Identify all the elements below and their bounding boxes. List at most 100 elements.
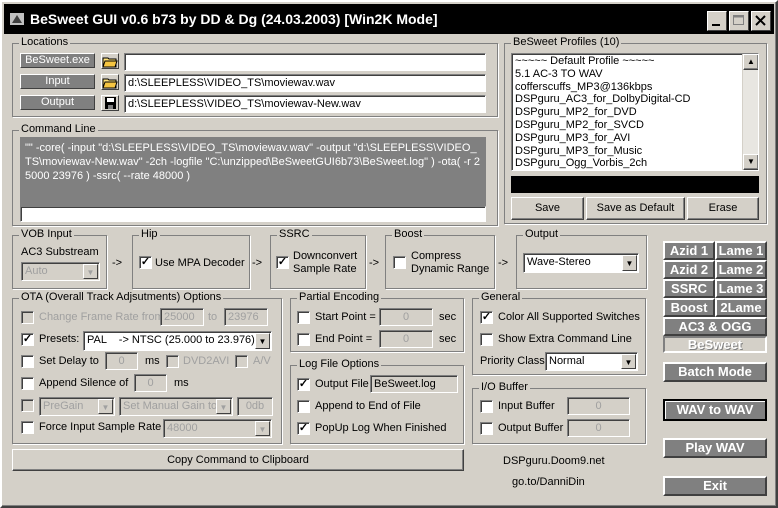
end-point-checkbox[interactable] bbox=[297, 333, 310, 346]
output-format-select[interactable]: Wave-Stereo ▼ bbox=[523, 253, 639, 273]
play-wav-button[interactable]: Play WAV bbox=[663, 438, 767, 458]
input-path-input[interactable]: d:\SLEEPLESS\VIDEO_TS\moviewav.wav bbox=[124, 74, 486, 92]
save-as-default-button[interactable]: Save as Default bbox=[586, 197, 685, 220]
change-frame-rate-label: Change Frame Rate from bbox=[39, 311, 164, 323]
input-buffer-input[interactable]: 0 bbox=[567, 397, 630, 415]
start-point-checkbox[interactable] bbox=[297, 311, 310, 324]
pregain-value: PreGain bbox=[43, 400, 84, 412]
input-buffer-label: Input Buffer bbox=[498, 400, 555, 412]
append-silence-label: Append Silence of bbox=[39, 377, 129, 389]
save-output-button[interactable] bbox=[101, 95, 119, 111]
manual-gain-select[interactable]: Set Manual Gain to ▼ bbox=[119, 397, 233, 416]
copy-command-button[interactable]: Copy Command to Clipboard bbox=[12, 449, 464, 471]
output-path-input[interactable]: d:\SLEEPLESS\VIDEO_TS\moviewav-New.wav bbox=[124, 95, 486, 113]
set-delay-checkbox[interactable] bbox=[21, 355, 34, 368]
scroll-up-button[interactable]: ▲ bbox=[743, 54, 758, 70]
scroll-down-button[interactable]: ▼ bbox=[743, 154, 758, 170]
input-buffer-checkbox[interactable] bbox=[480, 400, 493, 413]
profile-list-item[interactable]: DSPguru_MP2_for_SVCD bbox=[515, 119, 741, 132]
tab-besweet[interactable]: BeSweet bbox=[663, 336, 767, 353]
change-frame-rate-checkbox[interactable] bbox=[21, 311, 34, 324]
chevron-down-icon: ▼ bbox=[98, 399, 113, 414]
tab-lame2[interactable]: Lame 2 bbox=[715, 260, 767, 279]
log-file-options-label: Log File Options bbox=[297, 358, 382, 370]
force-sample-rate-label: Force Input Sample Rate bbox=[39, 421, 162, 433]
silence-input[interactable]: 0 bbox=[134, 374, 167, 392]
minimize-button[interactable] bbox=[707, 11, 727, 31]
profiles-scrollbar[interactable]: ▲ ▼ bbox=[742, 54, 758, 170]
extra-command-line-checkbox[interactable] bbox=[480, 333, 493, 346]
gain-input[interactable]: 0db bbox=[237, 397, 273, 416]
tab-ssrc[interactable]: SSRC bbox=[663, 279, 715, 298]
tab-azid2[interactable]: Azid 2 bbox=[663, 260, 715, 279]
presets-label: Presets: bbox=[39, 333, 80, 345]
pregain-checkbox[interactable] bbox=[21, 399, 34, 412]
frame-rate-from-input[interactable]: 25000 bbox=[160, 308, 204, 326]
av-checkbox[interactable] bbox=[235, 355, 248, 368]
start-point-input[interactable]: 0 bbox=[379, 308, 433, 326]
wav-to-wav-button[interactable]: WAV to WAV bbox=[663, 399, 767, 421]
command-line-extra-input[interactable] bbox=[20, 206, 486, 222]
output-label-button[interactable]: Output bbox=[20, 95, 95, 110]
exe-path-input[interactable] bbox=[124, 53, 486, 71]
profile-list-item[interactable]: DSPguru_Ogg_Vorbis_2ch bbox=[515, 157, 741, 170]
chevron-down-icon: ▼ bbox=[216, 399, 231, 414]
save-profile-button[interactable]: Save bbox=[511, 197, 584, 220]
color-switches-checkbox[interactable]: ✓ bbox=[480, 311, 493, 324]
append-log-checkbox[interactable] bbox=[297, 400, 310, 413]
maximize-button[interactable] bbox=[729, 11, 749, 31]
dvd2avi-checkbox[interactable] bbox=[166, 355, 179, 368]
presets-select[interactable]: PAL -> NTSC (25.000 to 23.976) ▼ bbox=[83, 331, 272, 351]
pregain-select[interactable]: PreGain ▼ bbox=[39, 397, 115, 416]
end-point-label: End Point = bbox=[315, 333, 373, 345]
profile-list-item[interactable]: ~~~~~ Default Profile ~~~~~ bbox=[515, 55, 741, 68]
profile-list-item[interactable]: DSPguru_MP2_for_DVD bbox=[515, 106, 741, 119]
ac3-substream-label: AC3 Substream bbox=[21, 246, 99, 258]
profile-list-item[interactable]: cofferscuffs_MP3@136kbps bbox=[515, 81, 741, 94]
force-sample-rate-select[interactable]: 48000 ▼ bbox=[163, 419, 272, 438]
output-file-checkbox[interactable]: ✓ bbox=[297, 378, 310, 391]
log-file-name-input[interactable]: BeSweet.log bbox=[370, 375, 458, 393]
profile-list-item[interactable]: 5.1 AC-3 TO WAV bbox=[515, 68, 741, 81]
append-silence-checkbox[interactable] bbox=[21, 377, 34, 390]
priority-class-select[interactable]: Normal ▼ bbox=[545, 352, 638, 371]
tab-ac3-ogg[interactable]: AC3 & OGG bbox=[663, 317, 767, 336]
force-sample-rate-checkbox[interactable] bbox=[21, 421, 34, 434]
compress-checkbox[interactable] bbox=[393, 256, 406, 269]
profile-list-item[interactable]: DSPguru_MP3_for_Music bbox=[515, 145, 741, 158]
tab-azid1[interactable]: Azid 1 bbox=[663, 241, 715, 260]
output-buffer-input[interactable]: 0 bbox=[567, 419, 630, 437]
doom9-link[interactable]: DSPguru.Doom9.net bbox=[503, 455, 605, 467]
erase-profile-button[interactable]: Erase bbox=[687, 197, 759, 220]
end-point-input[interactable]: 0 bbox=[379, 330, 433, 348]
close-button[interactable] bbox=[751, 11, 771, 31]
vob-input-label: VOB Input bbox=[19, 228, 74, 240]
exit-button[interactable]: Exit bbox=[663, 476, 767, 496]
ac3-substream-select[interactable]: Auto ▼ bbox=[21, 262, 100, 281]
dannidin-link[interactable]: go.to/DanniDin bbox=[512, 476, 585, 488]
tab-lame3[interactable]: Lame 3 bbox=[715, 279, 767, 298]
tab-lame1[interactable]: Lame 1 bbox=[715, 241, 767, 260]
frame-rate-to-input[interactable]: 23976 bbox=[224, 308, 268, 326]
flow-arrow: -> bbox=[369, 257, 380, 269]
downconvert-checkbox[interactable]: ✓ bbox=[276, 256, 289, 269]
tab-boost[interactable]: Boost bbox=[663, 298, 715, 317]
delay-input[interactable]: 0 bbox=[105, 352, 138, 370]
command-line-label: Command Line bbox=[19, 123, 98, 135]
profile-list-item[interactable]: DSPguru_MP3_for_AVI bbox=[515, 132, 741, 145]
profile-name-bar[interactable] bbox=[511, 176, 759, 193]
use-mpa-decoder-checkbox[interactable]: ✓ bbox=[139, 256, 152, 269]
profiles-list[interactable]: ~~~~~ Default Profile ~~~~~ 5.1 AC-3 TO W… bbox=[511, 53, 759, 171]
command-line-text[interactable]: "" -core( -input "d:\SLEEPLESS\VIDEO_TS\… bbox=[20, 137, 486, 206]
profile-list-item[interactable]: DSPguru_AC3_for_DolbyDigital-CD bbox=[515, 93, 741, 106]
browse-exe-button[interactable] bbox=[101, 53, 119, 69]
tab-2lame[interactable]: 2Lame bbox=[715, 298, 767, 317]
popup-log-checkbox[interactable]: ✓ bbox=[297, 422, 310, 435]
ota-label: OTA (Overall Track Adjsutments) Options bbox=[19, 291, 224, 303]
input-label-button[interactable]: Input bbox=[20, 74, 95, 89]
exe-label-button[interactable]: BeSweet.exe bbox=[20, 53, 95, 68]
browse-input-button[interactable] bbox=[101, 74, 119, 90]
batch-mode-button[interactable]: Batch Mode bbox=[663, 362, 767, 382]
output-buffer-checkbox[interactable] bbox=[480, 422, 493, 435]
presets-checkbox[interactable]: ✓ bbox=[21, 333, 34, 346]
